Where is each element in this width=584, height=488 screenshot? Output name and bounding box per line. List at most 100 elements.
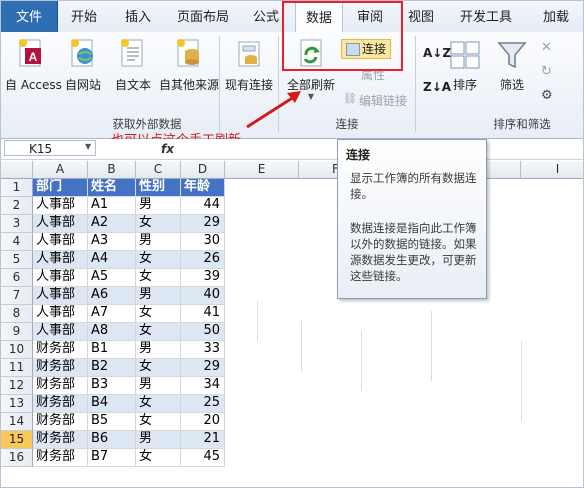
table-cell[interactable]: A1 xyxy=(88,197,136,215)
table-cell[interactable]: 39 xyxy=(181,269,225,287)
tab-page-layout[interactable]: 页面布局 xyxy=(171,1,235,32)
table-cell[interactable]: 33 xyxy=(181,341,225,359)
table-cell[interactable]: 女 xyxy=(136,395,181,413)
table-cell[interactable]: A7 xyxy=(88,305,136,323)
tab-addins[interactable]: 加载 xyxy=(531,1,581,32)
table-cell[interactable]: 人事部 xyxy=(33,197,88,215)
tab-insert[interactable]: 插入 xyxy=(117,1,159,32)
tab-file[interactable]: 文件 xyxy=(1,1,58,32)
from-access-button[interactable]: A 自 Access xyxy=(5,34,62,94)
table-cell[interactable]: 40 xyxy=(181,287,225,305)
table-cell[interactable]: B4 xyxy=(88,395,136,413)
table-cell[interactable]: 男 xyxy=(136,287,181,305)
filter-button[interactable]: 筛选 xyxy=(491,34,533,100)
column-header-i[interactable]: I xyxy=(521,161,583,179)
row-header[interactable]: 9 xyxy=(1,323,33,341)
column-header-d[interactable]: D xyxy=(181,161,225,179)
row-header[interactable]: 11 xyxy=(1,359,33,377)
table-cell[interactable]: A3 xyxy=(88,233,136,251)
row-header[interactable]: 2 xyxy=(1,197,33,215)
table-cell[interactable]: B2 xyxy=(88,359,136,377)
table-cell[interactable]: 44 xyxy=(181,197,225,215)
advanced-filter-icon[interactable]: ⚙ xyxy=(541,88,553,103)
table-cell[interactable]: 财务部 xyxy=(33,359,88,377)
clear-filter-icon[interactable]: ✕ xyxy=(541,40,552,55)
table-cell[interactable]: B6 xyxy=(88,431,136,449)
row-header[interactable]: 10 xyxy=(1,341,33,359)
table-cell[interactable]: 29 xyxy=(181,359,225,377)
table-cell[interactable]: 男 xyxy=(136,377,181,395)
column-header-b[interactable]: B xyxy=(88,161,136,179)
table-cell[interactable]: 20 xyxy=(181,413,225,431)
reapply-icon[interactable]: ↻ xyxy=(541,64,552,79)
table-cell[interactable]: 人事部 xyxy=(33,305,88,323)
table-cell[interactable]: 26 xyxy=(181,251,225,269)
row-header[interactable]: 14 xyxy=(1,413,33,431)
tab-home[interactable]: 开始 xyxy=(63,1,105,32)
table-cell[interactable]: 25 xyxy=(181,395,225,413)
column-header-c[interactable]: C xyxy=(136,161,181,179)
edit-links-button[interactable]: ⛓ 编辑链接 xyxy=(343,92,407,109)
row-header[interactable]: 5 xyxy=(1,251,33,269)
table-cell[interactable]: B5 xyxy=(88,413,136,431)
table-cell[interactable]: 21 xyxy=(181,431,225,449)
table-cell[interactable]: 财务部 xyxy=(33,377,88,395)
tab-developer[interactable]: 开发工具 xyxy=(451,1,521,32)
table-cell[interactable]: 女 xyxy=(136,449,181,467)
table-cell[interactable]: 财务部 xyxy=(33,449,88,467)
row-header[interactable]: 15 xyxy=(1,431,33,449)
table-cell[interactable]: 女 xyxy=(136,323,181,341)
table-cell[interactable]: 人事部 xyxy=(33,269,88,287)
sort-button[interactable]: 排序 xyxy=(445,34,485,100)
row-header[interactable]: 3 xyxy=(1,215,33,233)
select-all-corner[interactable] xyxy=(1,161,33,179)
table-cell[interactable]: 人事部 xyxy=(33,233,88,251)
table-cell[interactable]: 女 xyxy=(136,305,181,323)
table-cell[interactable]: 财务部 xyxy=(33,413,88,431)
table-cell[interactable]: 45 xyxy=(181,449,225,467)
table-cell[interactable]: 人事部 xyxy=(33,323,88,341)
tab-formulas[interactable]: 公式 xyxy=(245,1,287,32)
table-cell[interactable]: 41 xyxy=(181,305,225,323)
row-header[interactable]: 13 xyxy=(1,395,33,413)
table-cell[interactable]: 男 xyxy=(136,197,181,215)
table-header-cell[interactable]: 姓名 xyxy=(88,179,136,197)
table-cell[interactable]: A8 xyxy=(88,323,136,341)
table-header-cell[interactable]: 性别 xyxy=(136,179,181,197)
table-cell[interactable]: 人事部 xyxy=(33,215,88,233)
table-header-cell[interactable]: 年龄 xyxy=(181,179,225,197)
name-box-dropdown-icon[interactable]: ▼ xyxy=(85,142,91,151)
table-cell[interactable]: 女 xyxy=(136,359,181,377)
row-header[interactable]: 12 xyxy=(1,377,33,395)
table-cell[interactable]: 女 xyxy=(136,215,181,233)
table-cell[interactable]: 男 xyxy=(136,431,181,449)
table-cell[interactable]: 50 xyxy=(181,323,225,341)
table-cell[interactable]: A4 xyxy=(88,251,136,269)
row-header[interactable]: 16 xyxy=(1,449,33,467)
table-cell[interactable]: 34 xyxy=(181,377,225,395)
row-header[interactable]: 1 xyxy=(1,179,33,197)
row-header[interactable]: 4 xyxy=(1,233,33,251)
column-header-e[interactable]: E xyxy=(225,161,299,179)
table-cell[interactable]: 人事部 xyxy=(33,251,88,269)
table-cell[interactable]: 男 xyxy=(136,341,181,359)
row-header[interactable]: 6 xyxy=(1,269,33,287)
table-cell[interactable]: 男 xyxy=(136,233,181,251)
table-cell[interactable]: 财务部 xyxy=(33,395,88,413)
tab-view[interactable]: 视图 xyxy=(405,1,437,32)
table-cell[interactable]: 财务部 xyxy=(33,341,88,359)
table-cell[interactable]: A5 xyxy=(88,269,136,287)
column-header-a[interactable]: A xyxy=(33,161,88,179)
table-cell[interactable]: B3 xyxy=(88,377,136,395)
table-cell[interactable]: B1 xyxy=(88,341,136,359)
table-cell[interactable]: B7 xyxy=(88,449,136,467)
table-header-cell[interactable]: 部门 xyxy=(33,179,88,197)
table-cell[interactable]: 财务部 xyxy=(33,431,88,449)
table-cell[interactable]: 女 xyxy=(136,413,181,431)
table-cell[interactable]: 人事部 xyxy=(33,287,88,305)
table-cell[interactable]: 29 xyxy=(181,215,225,233)
row-header[interactable]: 7 xyxy=(1,287,33,305)
table-cell[interactable]: A6 xyxy=(88,287,136,305)
table-cell[interactable]: 30 xyxy=(181,233,225,251)
table-cell[interactable]: A2 xyxy=(88,215,136,233)
